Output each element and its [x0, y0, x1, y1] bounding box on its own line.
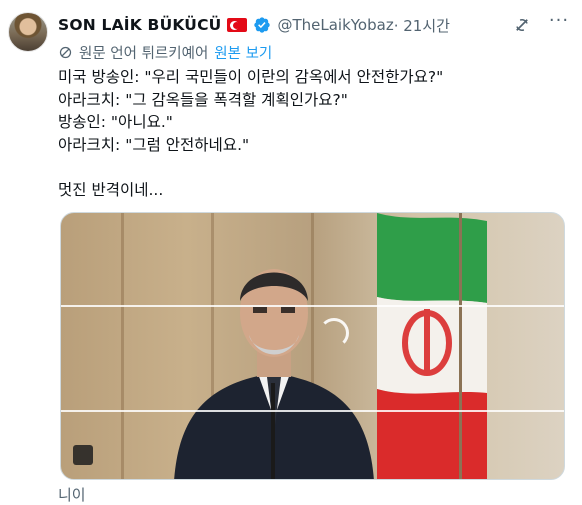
author-handle[interactable]: @TheLaikYobaz: [277, 16, 393, 34]
loading-spinner-icon: [319, 318, 349, 348]
avatar[interactable]: [8, 12, 48, 52]
show-original-link[interactable]: 원본 보기: [214, 42, 272, 63]
tweet-video[interactable]: [60, 212, 565, 480]
tweet-header: SON LAİK BÜKÜCÜ @TheLaikYobaz · 21시간: [58, 13, 574, 37]
author-name[interactable]: SON LAİK BÜKÜCÜ: [58, 16, 221, 34]
tweet-line: 멋진 반격이네...: [58, 180, 164, 199]
speaker-image: [174, 269, 374, 479]
flag-pole: [459, 213, 462, 479]
tweet-line: 아라크치: "그 감옥들을 폭격할 계획인가요?": [58, 90, 348, 109]
translate-icon: [59, 46, 72, 58]
grok-icon[interactable]: [513, 16, 531, 34]
tweet-line: [58, 156, 572, 179]
more-icon[interactable]: ···: [547, 12, 571, 34]
tweet-line: 방송인: "아니요.": [58, 113, 173, 131]
verified-badge-icon: [254, 17, 271, 33]
turkey-flag-icon: [227, 18, 248, 32]
tweet-line: 아라크치: "그럼 안전하네요.": [58, 135, 250, 154]
tweet-line: 미국 방송인: "우리 국민들이 이란의 감옥에서 안전한가요?": [58, 68, 444, 86]
translation-bar: 원문 언어 튀르키예어 원본 보기: [58, 41, 272, 63]
video-control-button[interactable]: [73, 445, 93, 465]
iran-flag-image: [377, 213, 487, 479]
glitch-line: [61, 410, 564, 412]
glitch-line: [61, 305, 564, 307]
translation-note: 원문 언어 튀르키예어: [79, 45, 209, 62]
wall-panel: [121, 213, 124, 479]
tweet-text: 미국 방송인: "우리 국민들이 이란의 감옥에서 안전한가요?" 아라크치: …: [58, 66, 572, 201]
tweet-timestamp[interactable]: · 21시간: [394, 15, 450, 36]
